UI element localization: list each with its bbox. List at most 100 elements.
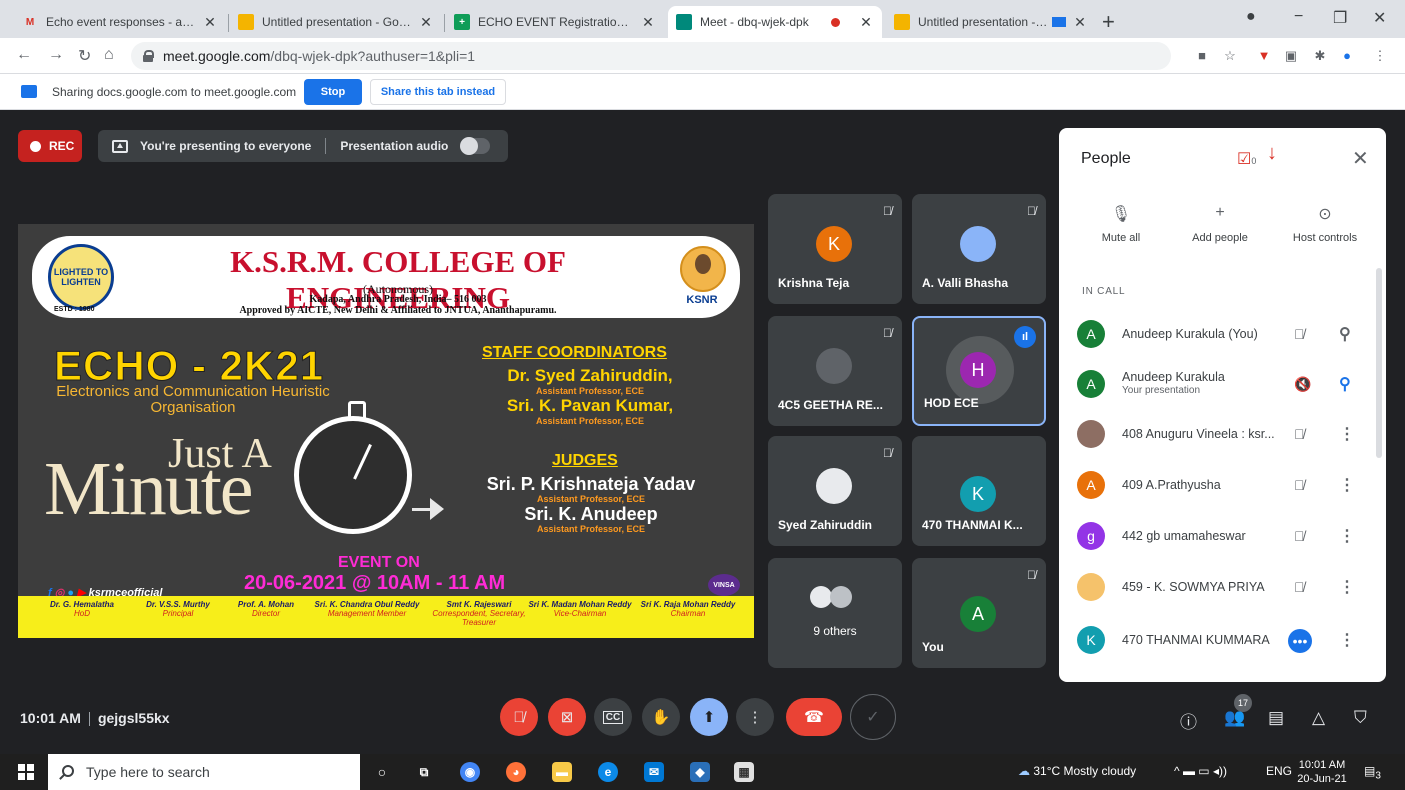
raise-hand-button[interactable]: ✋ (642, 698, 680, 736)
participant-tile[interactable]: 🎙̸ Syed Zahiruddin (768, 436, 902, 546)
menu-kebab-icon[interactable]: ⋮ (1372, 48, 1388, 64)
participant-row[interactable]: A 409 A.Prathyusha 🎙̸ ⋮ (1059, 461, 1386, 511)
recording-button[interactable]: REC (18, 130, 82, 162)
browser-tab-meet[interactable]: Meet - dbq-wjek-dpk ✕ (668, 6, 882, 38)
mic-off-icon: 🎙̸ (1294, 326, 1305, 342)
bookmark-star-icon[interactable]: ☆ (1222, 48, 1238, 64)
avatar-photo (816, 348, 852, 384)
participant-tile[interactable]: 🎙̸ A. Valli Bhasha (912, 194, 1046, 304)
windows-start-icon[interactable] (18, 764, 34, 780)
mute-all-button[interactable]: 🎙 Mute all (1076, 204, 1166, 244)
browser-tab-gmail[interactable]: M Echo event responses - anudeep ✕ (14, 6, 226, 38)
language-indicator[interactable]: ENG (1266, 764, 1292, 778)
pinned-icon[interactable]: ⚲ (1339, 374, 1351, 394)
browser-tabstrip: M Echo event responses - anudeep ✕ Untit… (0, 0, 1405, 38)
participant-tile[interactable]: 🎙̸ K Krishna Teja (768, 194, 902, 304)
close-icon[interactable]: ✕ (858, 14, 874, 31)
participant-row[interactable]: A Anudeep Kurakula (You) 🎙̸ ⚲ (1059, 310, 1386, 360)
briefcase-icon[interactable]: ▦ (734, 762, 754, 782)
browser-tab-slides[interactable]: Untitled presentation - Google S ✕ (230, 6, 442, 38)
browser-tab-sheets[interactable]: + ECHO EVENT Registration for JA ✕ (446, 6, 664, 38)
captions-button[interactable]: CC (594, 698, 632, 736)
chrome-icon[interactable]: ◉ (460, 762, 480, 782)
tray-icons[interactable]: ^ ▬ ▭ ◂)) (1174, 764, 1227, 778)
participant-row[interactable]: A Anudeep Kurakula Your presentation 🔇 ⚲ (1059, 360, 1386, 410)
host-controls-button[interactable]: ⊙ Host controls (1280, 204, 1370, 244)
puzzle-icon[interactable]: ✱ (1312, 48, 1328, 64)
presentation-audio-toggle[interactable] (460, 137, 491, 155)
participant-row[interactable]: g 442 gb umamaheswar 🎙̸ ⋮ (1059, 512, 1386, 562)
edge-icon[interactable]: e (598, 762, 618, 782)
camera-toggle-button[interactable]: ⊠ (548, 698, 586, 736)
chat-button[interactable]: ▤ (1268, 708, 1284, 728)
participant-row[interactable]: K 470 THANMAI KUMMARA ••• ⋮ (1059, 616, 1386, 666)
maximize-icon[interactable]: ❐ (1333, 8, 1347, 28)
file-explorer-icon[interactable]: ▬ (552, 762, 572, 782)
reload-icon[interactable]: ↻ (78, 46, 91, 66)
task-view-icon[interactable]: ⧉ (414, 762, 434, 782)
participant-row[interactable]: 459 - K. SOWMYA PRIYA 🎙̸ ⋮ (1059, 563, 1386, 613)
weather-text: 31°C Mostly cloudy (1033, 764, 1137, 778)
more-options-icon[interactable]: ⋮ (1339, 424, 1355, 444)
minimize-icon[interactable]: − (1294, 8, 1303, 26)
close-icon[interactable]: ✕ (418, 14, 434, 31)
participant-row[interactable]: 408 Anuguru Vineela : ksr... 🎙̸ ⋮ (1059, 410, 1386, 460)
close-icon[interactable]: ✕ (202, 14, 218, 31)
host-controls-button[interactable]: ⛉ (1354, 708, 1367, 728)
browser-tab-slides-2[interactable]: Untitled presentation - Goog ✕ (886, 6, 1096, 38)
more-options-button[interactable]: ⋮ (736, 698, 774, 736)
cortana-icon[interactable]: ○ (372, 762, 392, 782)
taskbar-clock[interactable]: 10:01 AM 20-Jun-21 (1296, 758, 1348, 786)
extension-icon[interactable]: ▣ (1283, 48, 1299, 64)
profile-icon[interactable]: ● (1246, 8, 1256, 26)
home-icon[interactable]: ⌂ (104, 46, 114, 64)
checkmark-button[interactable]: ✓ (850, 694, 896, 740)
activities-button[interactable]: △ (1312, 708, 1325, 728)
mail-icon[interactable]: ✉ (644, 762, 664, 782)
window-close-icon[interactable]: ✕ (1373, 8, 1386, 28)
close-panel-button[interactable]: ✕ (1352, 146, 1369, 171)
jam-minute: Minute (44, 447, 254, 531)
profile-avatar-icon[interactable]: ● (1339, 48, 1355, 64)
self-tile[interactable]: 🎙̸ A You (912, 558, 1046, 668)
sheets-icon: + (454, 14, 470, 30)
share-this-tab-button[interactable]: Share this tab instead (370, 79, 506, 105)
others-tile[interactable]: 9 others (768, 558, 902, 668)
close-icon[interactable]: ✕ (1072, 14, 1088, 31)
taskbar-search-input[interactable]: Type here to search (48, 754, 360, 790)
participant-tile[interactable]: K 470 THANMAI K... (912, 436, 1046, 546)
forward-icon[interactable]: → (48, 46, 64, 64)
more-options-icon[interactable]: ⋮ (1339, 577, 1355, 597)
weather-widget[interactable]: ☁ 31°C Mostly cloudy (1018, 764, 1136, 778)
camera-icon[interactable]: ■ (1194, 48, 1210, 64)
participant-tile-active-speaker[interactable]: ıl H HOD ECE (912, 316, 1046, 426)
stop-sharing-button[interactable]: Stop (304, 79, 362, 105)
participant-name: 470 THANMAI KUMMARA (1122, 633, 1270, 647)
new-tab-button[interactable]: + (1102, 9, 1115, 35)
leave-call-button[interactable]: ☎ (786, 698, 842, 736)
panel-scrollbar[interactable] (1376, 268, 1382, 458)
avatar-photo (1077, 573, 1105, 601)
pin-icon[interactable]: ⚲ (1339, 324, 1351, 344)
back-icon[interactable]: ← (16, 46, 32, 64)
mic-toggle-button[interactable]: 🎙̸ (500, 698, 538, 736)
meeting-details-button[interactable]: ⓘ (1180, 708, 1197, 733)
firefox-icon[interactable]: ◕ (506, 762, 526, 782)
close-icon[interactable]: ✕ (640, 14, 656, 31)
more-options-icon[interactable]: ⋮ (1339, 526, 1355, 546)
url-host: meet.google.com (163, 48, 271, 64)
judge-name: Sri. K. Anudeep (524, 504, 658, 524)
task-checkbox-icon[interactable]: ☑0 (1237, 149, 1256, 169)
more-options-icon[interactable]: ⋮ (1339, 475, 1355, 495)
notification-center-icon[interactable]: ▤3 (1364, 764, 1381, 781)
store-icon[interactable]: ◆ (690, 762, 710, 782)
participant-tile[interactable]: 🎙̸ 4C5 GEETHA RE... (768, 316, 902, 426)
more-options-icon[interactable]: ⋮ (1339, 630, 1355, 650)
present-now-button[interactable]: ⬆ (690, 698, 728, 736)
meeting-time: 10:01 AM (20, 710, 81, 726)
vivaldi-extension-icon[interactable]: ▼ (1256, 48, 1272, 64)
add-people-button[interactable]: + Add people (1175, 204, 1265, 244)
url-field[interactable]: meet.google.com/dbq-wjek-dpk?authuser=1&… (131, 42, 1171, 70)
phone-hangup-icon: ☎ (804, 709, 824, 726)
people-button[interactable]: 👥 (1224, 708, 1245, 728)
